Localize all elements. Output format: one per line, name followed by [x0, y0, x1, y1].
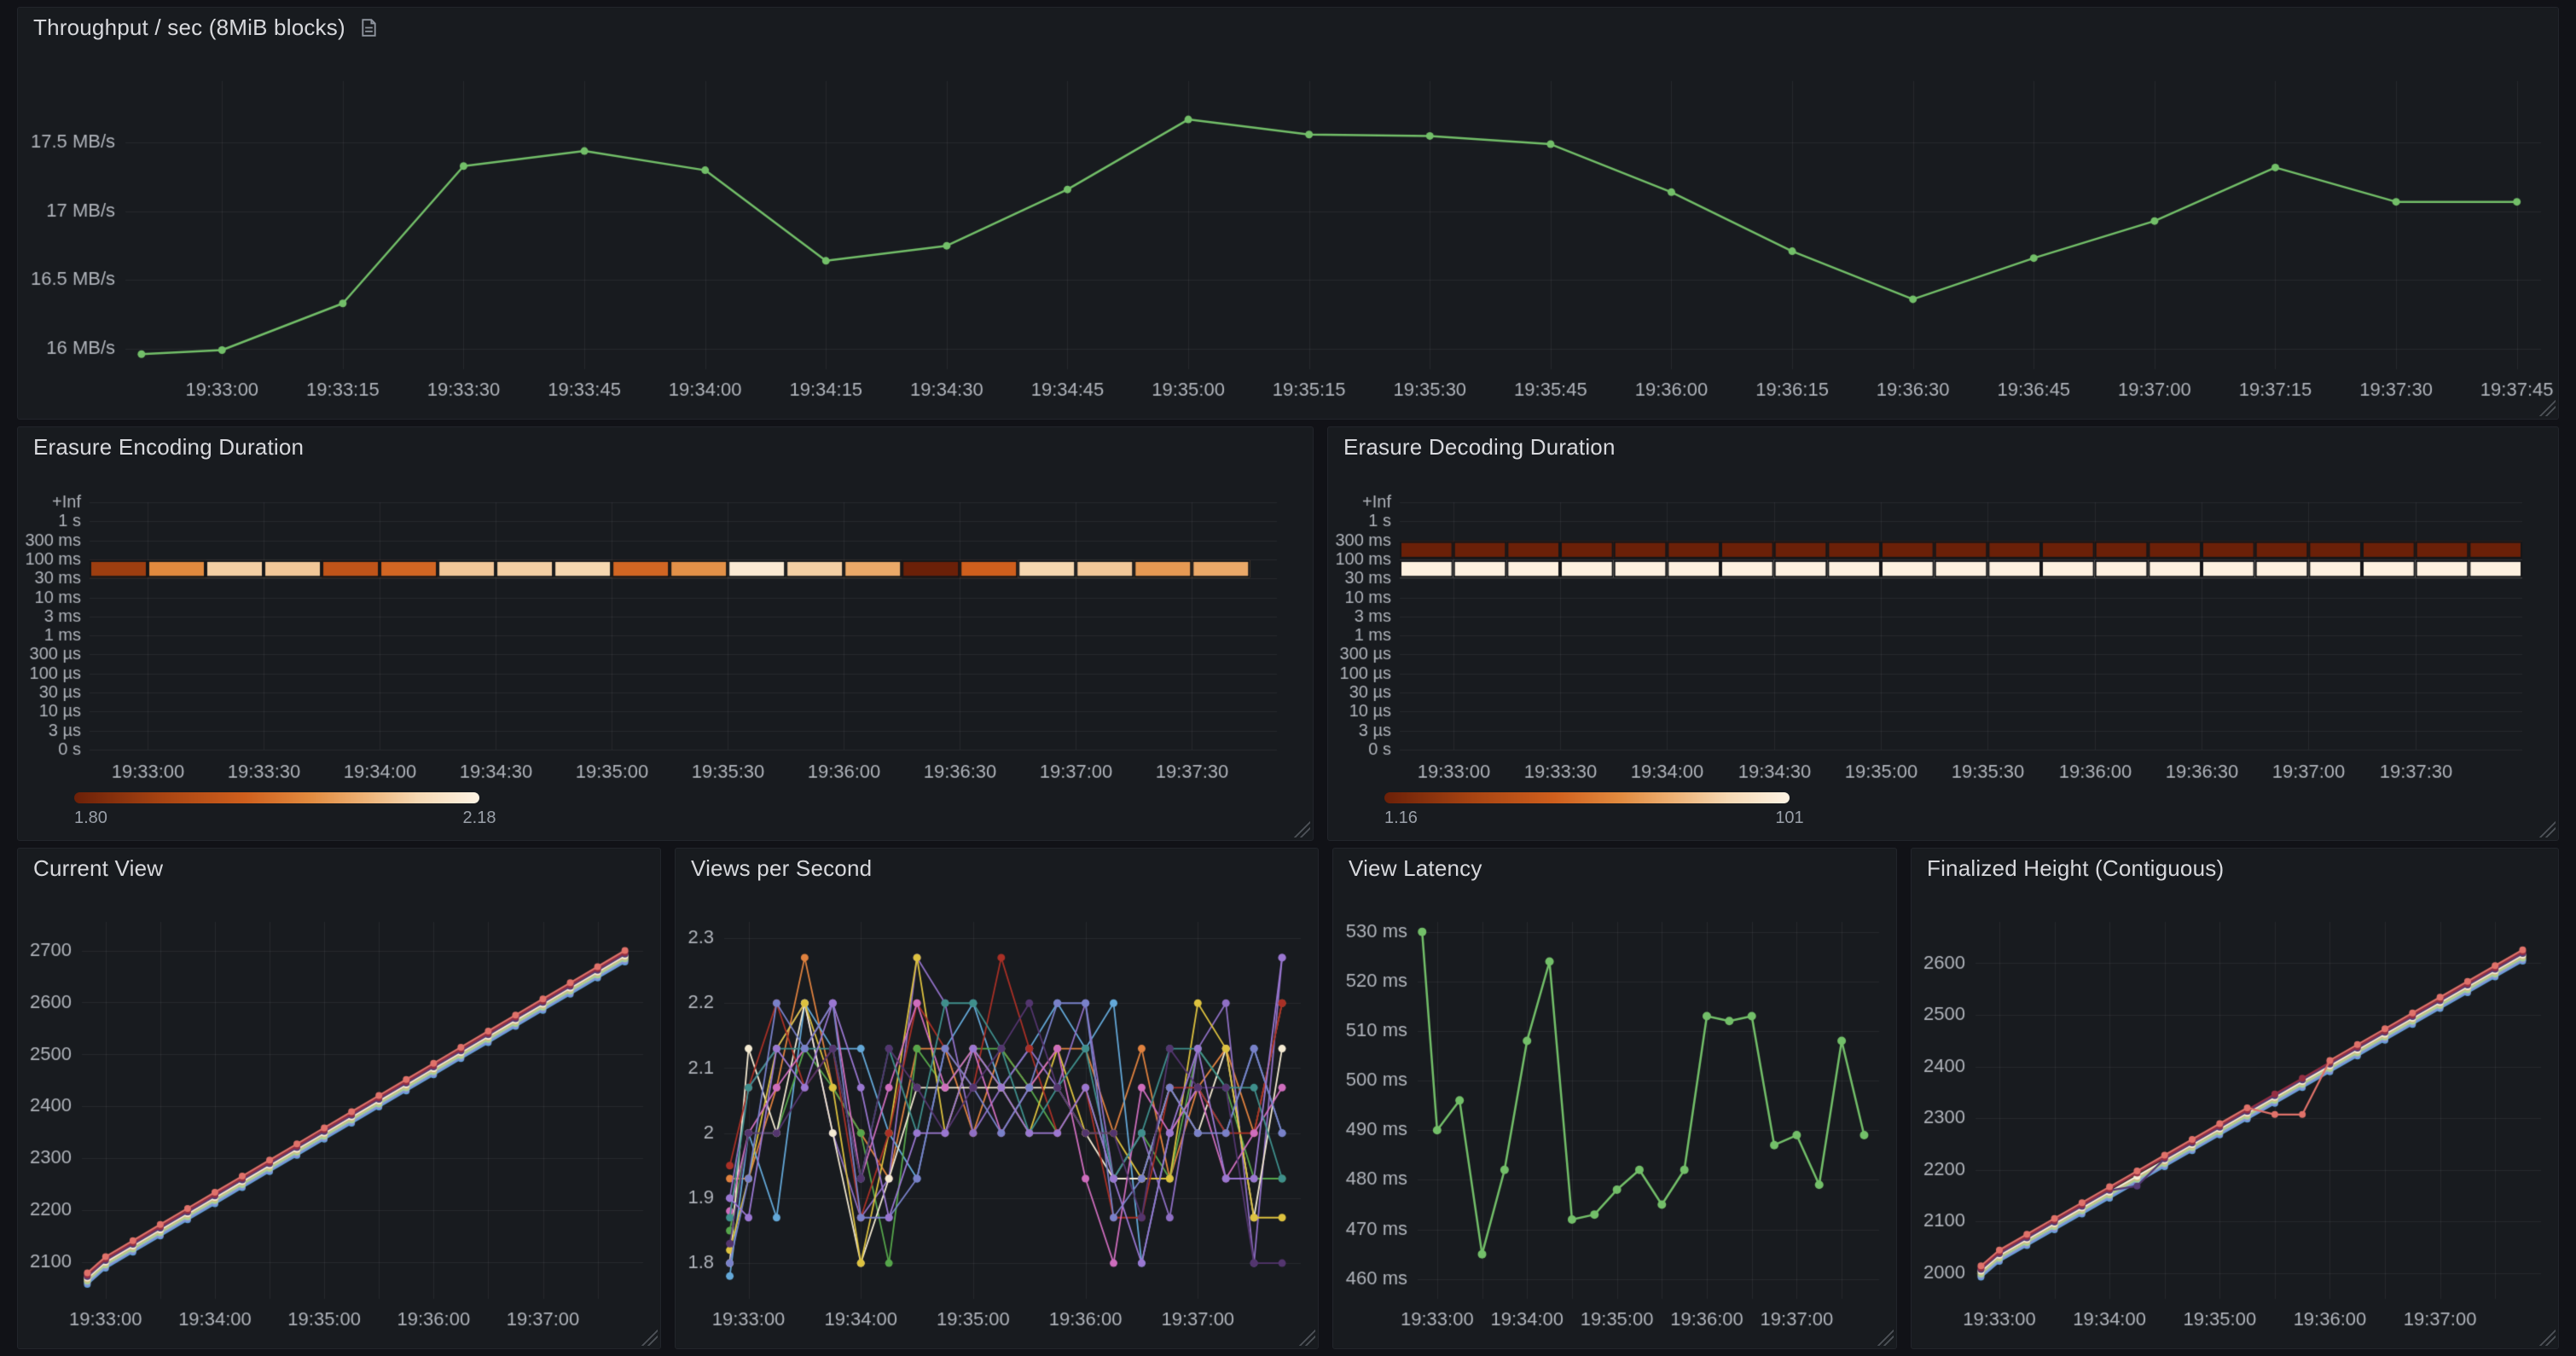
panel-title[interactable]: Current View: [33, 855, 163, 882]
heatmap-color-legend: 1.16 101: [1384, 792, 1790, 832]
color-gradient-bar: [1384, 792, 1790, 803]
panel-description-icon[interactable]: [359, 18, 379, 38]
legend-max-value: 2.18: [463, 808, 496, 828]
panel-header-throughput[interactable]: Throughput / sec (8MiB blocks): [18, 8, 2558, 47]
panel-finalized-height: Finalized Height (Contiguous): [1911, 848, 2559, 1349]
view-latency-chart[interactable]: [1333, 888, 1896, 1348]
throughput-chart[interactable]: [18, 47, 2558, 419]
legend-max-value: 101: [1775, 808, 1803, 828]
heatmap-color-legend: 1.80 2.18: [74, 792, 479, 832]
panel-view-latency: View Latency: [1332, 848, 1897, 1349]
panel-header-decoding[interactable]: Erasure Decoding Duration: [1328, 427, 2558, 466]
panel-header-encoding[interactable]: Erasure Encoding Duration: [18, 427, 1313, 466]
legend-min-value: 1.80: [74, 808, 107, 828]
color-gradient-bar: [74, 792, 479, 803]
panel-resize-handle[interactable]: [2538, 399, 2556, 416]
encoding-heatmap[interactable]: [18, 466, 1313, 840]
panel-resize-handle[interactable]: [1877, 1329, 1894, 1346]
panel-header-views-per-second[interactable]: Views per Second: [676, 849, 1318, 888]
panel-title[interactable]: View Latency: [1349, 855, 1482, 882]
panel-title[interactable]: Views per Second: [691, 855, 872, 882]
decoding-heatmap[interactable]: [1328, 466, 2558, 840]
panel-title[interactable]: Erasure Decoding Duration: [1343, 434, 1616, 461]
current-view-chart[interactable]: [18, 888, 660, 1348]
panel-views-per-second: Views per Second: [675, 848, 1319, 1349]
panel-resize-handle[interactable]: [2538, 1329, 2556, 1346]
panel-header-view-latency[interactable]: View Latency: [1333, 849, 1896, 888]
panel-header-finalized-height[interactable]: Finalized Height (Contiguous): [1912, 849, 2558, 888]
panel-title[interactable]: Erasure Encoding Duration: [33, 434, 304, 461]
panel-throughput: Throughput / sec (8MiB blocks): [17, 7, 2559, 420]
finalized-height-chart[interactable]: [1912, 888, 2558, 1348]
panel-header-current-view[interactable]: Current View: [18, 849, 660, 888]
panel-erasure-decoding-duration: Erasure Decoding Duration 1.16 101: [1327, 426, 2559, 841]
panel-title[interactable]: Finalized Height (Contiguous): [1927, 855, 2224, 882]
panel-erasure-encoding-duration: Erasure Encoding Duration 1.80 2.18: [17, 426, 1314, 841]
panel-current-view: Current View: [17, 848, 661, 1349]
legend-min-value: 1.16: [1384, 808, 1418, 828]
panel-resize-handle[interactable]: [641, 1329, 658, 1346]
views-per-second-chart[interactable]: [676, 888, 1318, 1348]
panel-resize-handle[interactable]: [1293, 820, 1310, 837]
panel-resize-handle[interactable]: [2538, 820, 2556, 837]
panel-title[interactable]: Throughput / sec (8MiB blocks): [33, 14, 345, 41]
panel-resize-handle[interactable]: [1298, 1329, 1315, 1346]
